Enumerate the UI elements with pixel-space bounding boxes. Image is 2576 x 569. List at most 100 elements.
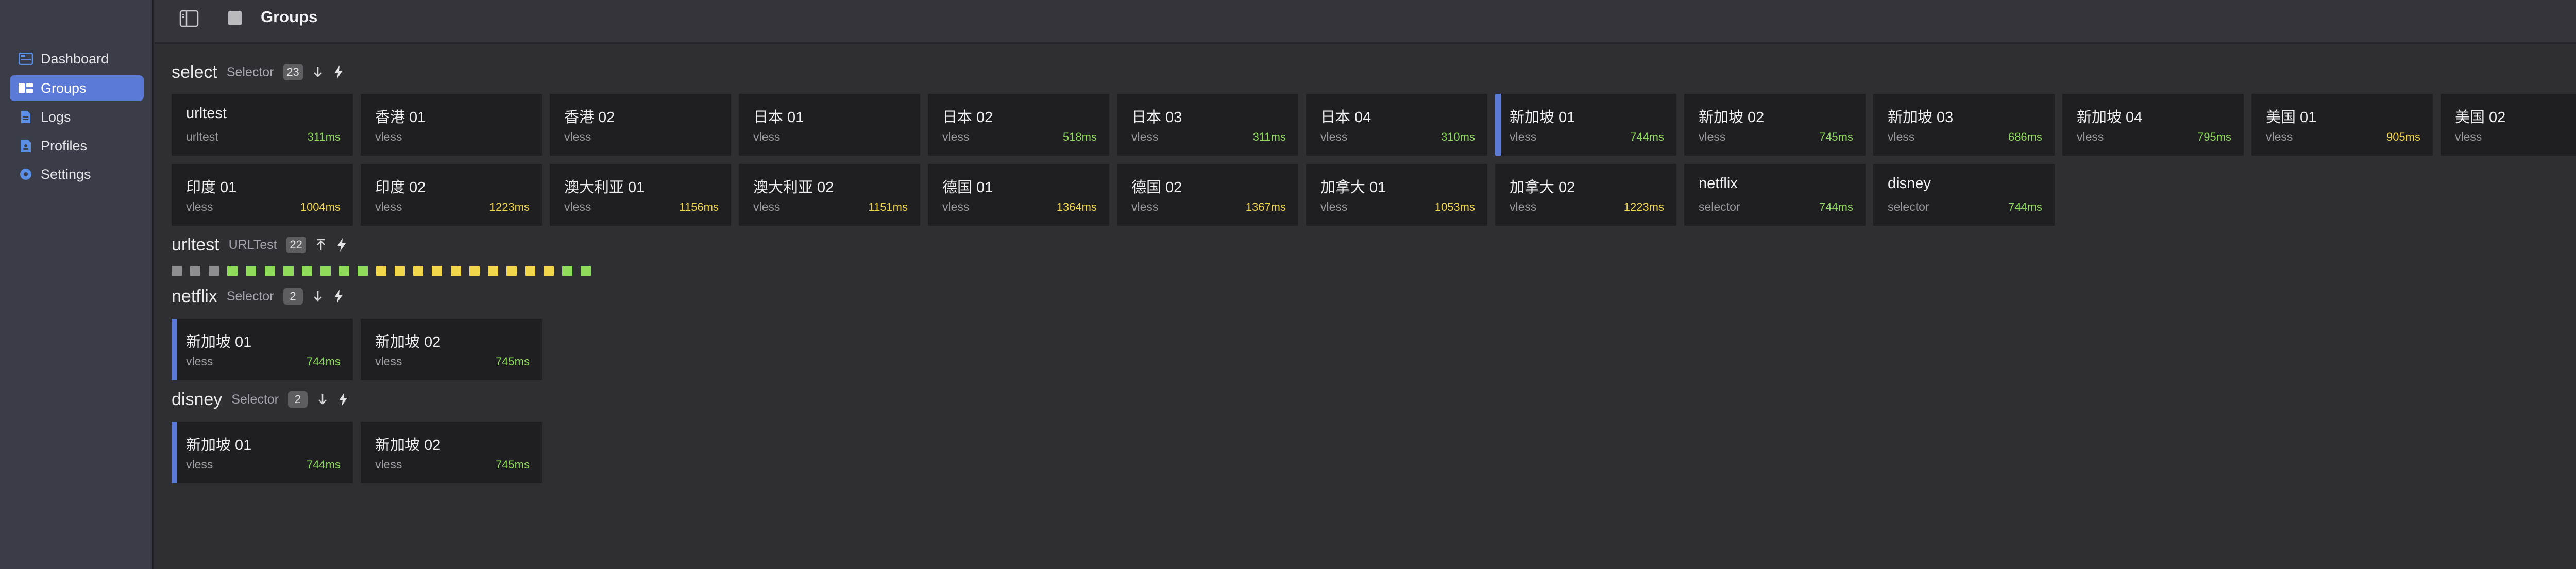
profiles-icon xyxy=(18,138,33,154)
latency-test-bolt-icon[interactable] xyxy=(335,391,351,408)
proxy-node-card[interactable]: 新加坡 01 vless 744ms xyxy=(172,422,353,483)
proxy-node-card[interactable]: 加拿大 02 vless 1223ms xyxy=(1495,164,1676,226)
node-type: vless xyxy=(753,130,781,143)
proxy-node-card[interactable]: 印度 01 vless 1004ms xyxy=(172,164,353,226)
proxy-node-card[interactable]: 新加坡 01 vless 744ms xyxy=(1495,94,1676,156)
latency-status-square xyxy=(581,266,591,276)
node-name: 加拿大 02 xyxy=(1510,179,1575,196)
latency-status-square xyxy=(190,266,201,276)
proxy-node-card[interactable]: 新加坡 02 vless 745ms xyxy=(1684,94,1866,156)
node-latency: 311ms xyxy=(307,130,341,143)
node-name: 加拿大 01 xyxy=(1320,179,1386,196)
node-latency: 1004ms xyxy=(300,200,341,213)
node-name: 美国 02 xyxy=(2455,109,2506,126)
node-name: 新加坡 01 xyxy=(1510,109,1575,126)
proxy-node-card[interactable]: 香港 02 vless xyxy=(550,94,731,156)
node-type: vless xyxy=(942,130,970,143)
group-name: netflix xyxy=(172,286,217,306)
proxy-node-card[interactable]: 新加坡 04 vless 795ms xyxy=(2062,94,2244,156)
node-latency: 1053ms xyxy=(1434,200,1475,213)
proxy-node-card[interactable]: 日本 04 vless 310ms xyxy=(1306,94,1487,156)
sidebar: Dashboard Groups Logs Profiles Settings xyxy=(0,0,154,569)
proxy-node-card[interactable]: disney selector 744ms xyxy=(1873,164,2055,226)
latency-status-square xyxy=(172,266,182,276)
proxy-node-card[interactable]: 新加坡 01 vless 744ms xyxy=(172,319,353,380)
node-name: 日本 02 xyxy=(942,109,993,126)
node-latency: 518ms xyxy=(1062,130,1097,143)
proxy-node-card[interactable]: 日本 02 vless 518ms xyxy=(928,94,1109,156)
node-type: vless xyxy=(1131,200,1159,213)
node-name: 德国 01 xyxy=(942,179,993,196)
latency-status-square xyxy=(562,266,573,276)
node-type: selector xyxy=(1699,200,1740,213)
proxy-node-card[interactable]: 香港 01 vless xyxy=(361,94,542,156)
proxy-node-card[interactable]: 新加坡 02 vless 745ms xyxy=(361,422,542,483)
page-title: Groups xyxy=(261,8,318,26)
node-type: vless xyxy=(753,200,781,213)
node-latency: 1223ms xyxy=(489,200,530,213)
latency-test-bolt-icon[interactable] xyxy=(331,288,346,305)
toolbar: Groups xyxy=(155,0,2576,44)
sidebar-item-settings[interactable]: Settings xyxy=(10,161,144,187)
expand-arrow-up-icon[interactable] xyxy=(313,236,329,254)
group-count-badge: 22 xyxy=(286,237,306,253)
latency-test-bolt-icon[interactable] xyxy=(331,63,346,81)
proxy-node-card[interactable]: 德国 02 vless 1367ms xyxy=(1117,164,1298,226)
proxy-node-card[interactable]: 新加坡 02 vless 745ms xyxy=(361,319,542,380)
node-name: 日本 03 xyxy=(1131,109,1182,126)
node-name: 日本 01 xyxy=(753,109,804,126)
collapse-arrow-down-icon[interactable] xyxy=(315,391,330,408)
proxy-node-card[interactable]: 德国 01 vless 1364ms xyxy=(928,164,1109,226)
node-latency: 1151ms xyxy=(868,200,908,213)
sidebar-item-dashboard[interactable]: Dashboard xyxy=(10,46,144,72)
proxy-node-card[interactable]: netflix selector 744ms xyxy=(1684,164,1866,226)
node-type: vless xyxy=(1320,200,1348,213)
node-type: urltest xyxy=(186,130,218,143)
node-type: vless xyxy=(2077,130,2104,143)
node-name: urltest xyxy=(186,105,227,122)
node-name: 新加坡 02 xyxy=(375,437,441,454)
node-type: vless xyxy=(942,200,970,213)
group-type: Selector xyxy=(226,64,274,79)
node-name: 德国 02 xyxy=(1131,179,1182,196)
node-latency: 686ms xyxy=(2008,130,2042,143)
group-header-select: select Selector 23 xyxy=(172,61,351,83)
sidebar-item-label: Dashboard xyxy=(41,51,109,66)
node-name: 新加坡 03 xyxy=(1888,109,1954,126)
node-type: vless xyxy=(375,458,402,471)
node-type: vless xyxy=(2455,130,2482,143)
node-name: 香港 01 xyxy=(375,109,426,126)
latency-status-square xyxy=(320,266,331,276)
latency-status-square xyxy=(283,266,294,276)
proxy-node-card[interactable]: 美国 02vless1003 xyxy=(2441,94,2576,156)
node-latency: 311ms xyxy=(1252,130,1286,143)
node-latency: 310ms xyxy=(1440,130,1475,143)
proxy-node-card[interactable]: urltest urltest 311ms xyxy=(172,94,353,156)
latency-status-square xyxy=(469,266,480,276)
node-name: disney xyxy=(1888,175,1931,192)
proxy-node-card[interactable]: 澳大利亚 02 vless 1151ms xyxy=(739,164,920,226)
node-name: 新加坡 01 xyxy=(186,437,252,454)
proxy-node-card[interactable]: 印度 02 vless 1223ms xyxy=(361,164,542,226)
node-latency: 744ms xyxy=(1630,130,1664,143)
proxy-node-card[interactable]: 美国 01 vless 905ms xyxy=(2251,94,2433,156)
latency-status-square xyxy=(506,266,517,276)
sidebar-item-logs[interactable]: Logs xyxy=(10,104,144,130)
proxy-node-card[interactable]: 澳大利亚 01 vless 1156ms xyxy=(550,164,731,226)
node-name: netflix xyxy=(1699,175,1738,192)
proxy-node-card[interactable]: 日本 03 vless 311ms xyxy=(1117,94,1298,156)
node-type: vless xyxy=(1699,130,1726,143)
sidebar-item-groups[interactable]: Groups xyxy=(10,75,144,101)
collapse-arrow-down-icon[interactable] xyxy=(310,63,326,81)
sidebar-item-profiles[interactable]: Profiles xyxy=(10,133,144,159)
node-latency: 1156ms xyxy=(679,200,719,213)
collapse-arrow-down-icon[interactable] xyxy=(310,288,326,305)
node-latency: 744ms xyxy=(1819,200,1853,213)
sidebar-toggle-icon[interactable] xyxy=(179,10,199,27)
proxy-node-card[interactable]: 加拿大 01 vless 1053ms xyxy=(1306,164,1487,226)
latency-test-bolt-icon[interactable] xyxy=(334,236,349,254)
proxy-node-card[interactable]: 新加坡 03 vless 686ms xyxy=(1873,94,2055,156)
node-latency: 795ms xyxy=(2197,130,2231,143)
node-type: vless xyxy=(375,200,402,213)
proxy-node-card[interactable]: 日本 01 vless xyxy=(739,94,920,156)
